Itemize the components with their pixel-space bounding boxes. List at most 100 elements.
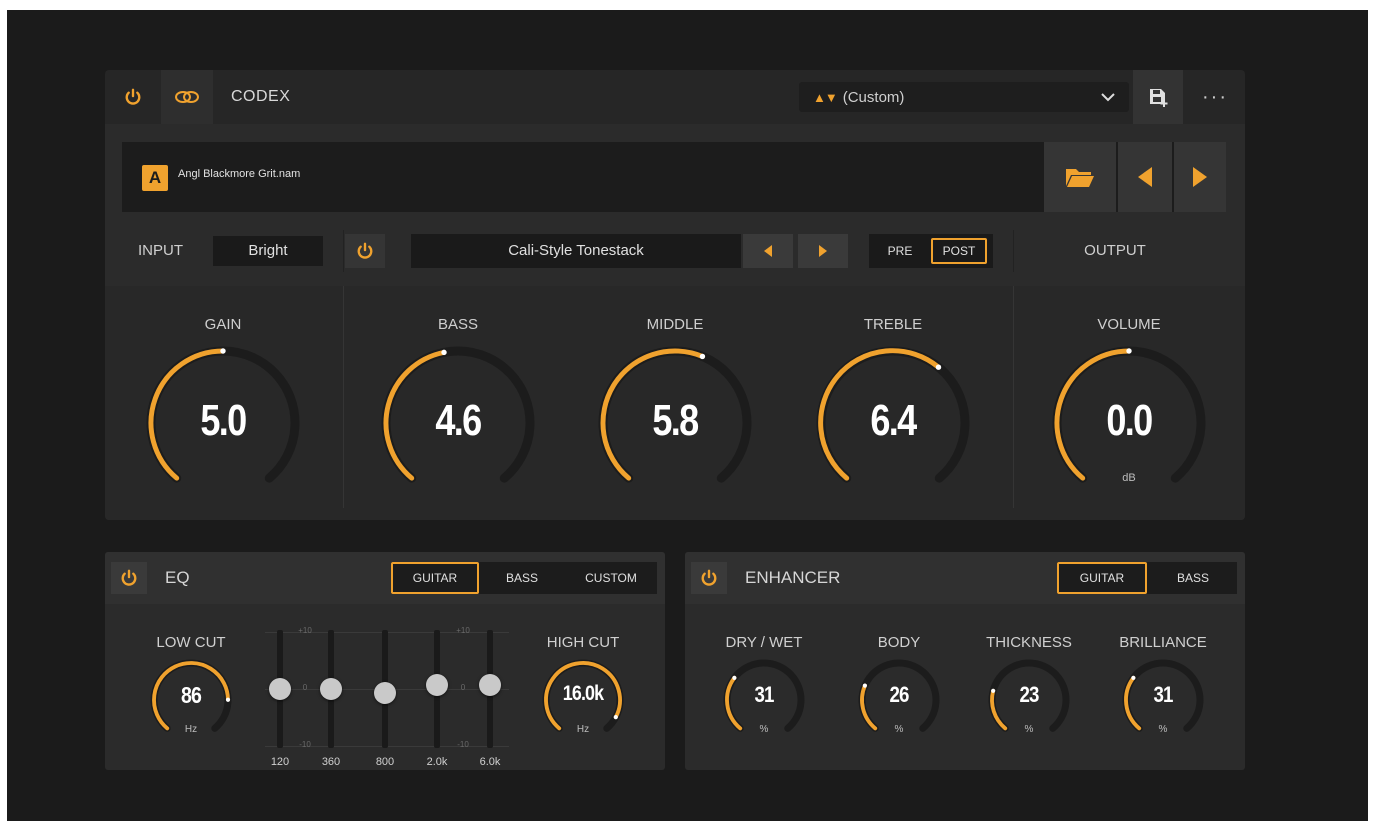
ab-arrows-icon: ▲▼: [813, 89, 838, 105]
eq-scale-label: -10: [457, 740, 469, 749]
slot-badge[interactable]: A: [142, 165, 168, 191]
enh-thickness-value: 23: [1019, 682, 1039, 707]
eq-band-label: 120: [270, 756, 290, 768]
eq-band-label: 2.0k: [426, 756, 448, 768]
folder-icon: [1066, 169, 1094, 187]
eq-scale-label: +10: [456, 626, 470, 635]
link-rings-icon: [175, 91, 199, 103]
knob-title-volume: VOLUME: [1097, 316, 1161, 333]
previous-model-button[interactable]: [1118, 142, 1172, 212]
model-file-name: Angl Blackmore Grit.nam: [178, 168, 301, 180]
enh-body-title: BODY: [877, 634, 921, 651]
knob-value-treble: 6.4: [870, 396, 917, 445]
enh-dry-wet-value: 31: [754, 682, 774, 707]
knob-value-bass: 4.6: [435, 396, 482, 445]
eq-fader-handle[interactable]: [426, 674, 448, 696]
plugin-title: CODEX: [231, 88, 291, 105]
low-cut-unit: Hz: [184, 724, 198, 735]
divider: [343, 286, 344, 508]
knob-indicator: [1126, 348, 1132, 354]
arrow-left-icon: [1138, 167, 1152, 187]
more-options-button[interactable]: ···: [1185, 70, 1245, 124]
eq-tab-guitar[interactable]: GUITAR: [391, 562, 479, 594]
amp-panel: A Angl Blackmore Grit.nam INPUT Bright C…: [105, 124, 1245, 520]
high-cut-unit: Hz: [576, 724, 590, 735]
divider: [343, 230, 344, 272]
output-label: OUTPUT: [1084, 242, 1146, 259]
eq-scale-label: 0: [302, 683, 308, 692]
low-cut-value: 86: [180, 682, 202, 708]
link-button[interactable]: [161, 70, 213, 124]
save-preset-button[interactable]: [1133, 70, 1183, 124]
eq-panel: EQ GUITAR BASS CUSTOM LOW CUT 86 Hz HIGH CU…: [105, 552, 665, 770]
open-folder-button[interactable]: [1044, 142, 1116, 212]
chevron-down-icon: [1101, 93, 1115, 102]
pre-button[interactable]: PRE: [873, 238, 927, 264]
plugin-power-button[interactable]: [105, 70, 161, 124]
eq-power-button[interactable]: [111, 562, 147, 594]
knob-indicator: [613, 715, 618, 720]
next-model-button[interactable]: [1174, 142, 1226, 212]
tonestack-power-button[interactable]: [345, 234, 385, 268]
eq-band-label: 360: [321, 756, 341, 768]
eq-fader-handle[interactable]: [374, 682, 396, 704]
knob-title-gain: GAIN: [204, 316, 242, 333]
enhancer-power-button[interactable]: [691, 562, 727, 594]
knob-value-volume: 0.0: [1106, 396, 1153, 445]
codex-plugin: CODEX ▲▼ (Custom) ··· A Angl Blackmore G…: [105, 70, 1245, 770]
enhancer-title: ENHANCER: [745, 568, 841, 587]
eq-band-label: 800: [375, 756, 395, 768]
model-bar[interactable]: A Angl Blackmore Grit.nam: [122, 142, 1226, 212]
knob-title-treble: TREBLE: [863, 316, 923, 333]
enh-body-unit: %: [894, 724, 904, 735]
eq-scale-label: -10: [299, 740, 311, 749]
eq-tab-bass[interactable]: BASS: [481, 562, 563, 594]
enh-brilliance-unit: %: [1158, 724, 1168, 735]
eq-fader-handle[interactable]: [269, 678, 291, 700]
eq-fader-handle[interactable]: [320, 678, 342, 700]
high-cut-title: HIGH CUT: [546, 634, 620, 651]
enh-brilliance-value: 31: [1153, 682, 1173, 707]
power-icon: [701, 569, 717, 586]
enh-body-value: 26: [889, 682, 909, 707]
plugin-stage: CODEX ▲▼ (Custom) ··· A Angl Blackmore G…: [7, 10, 1368, 821]
knob-unit-volume: dB: [1122, 472, 1136, 484]
eq-header: EQ GUITAR BASS CUSTOM: [105, 552, 665, 604]
knob-value-middle: 5.8: [652, 396, 699, 445]
arrow-left-icon: [764, 245, 772, 257]
arrow-right-icon: [1193, 167, 1207, 187]
enhancer-panel: ENHANCER GUITAR BASS DRY / WET 31% BODY 26%…: [685, 552, 1245, 770]
enh-thickness-unit: %: [1024, 724, 1034, 735]
preset-selector[interactable]: ▲▼ (Custom): [799, 82, 1129, 112]
enhancer-tab-guitar[interactable]: GUITAR: [1057, 562, 1147, 594]
tonestack-next-button[interactable]: [798, 234, 848, 268]
high-cut-value: 16.0k: [562, 682, 604, 705]
power-icon: [121, 569, 137, 586]
arrow-right-icon: [819, 245, 827, 257]
low-cut-title: LOW CUT: [156, 634, 226, 651]
enhancer-tab-bass[interactable]: BASS: [1149, 562, 1237, 594]
tonestack-prev-button[interactable]: [743, 234, 793, 268]
plugin-header: CODEX ▲▼ (Custom) ···: [105, 70, 1245, 124]
eq-scale-label: 0: [460, 683, 466, 692]
knob-indicator: [441, 349, 447, 356]
input-mode-select[interactable]: Bright: [213, 236, 323, 266]
enh-thickness-title: THICKNESS: [986, 634, 1072, 651]
knob-indicator: [1131, 675, 1136, 680]
eq-tab-custom[interactable]: CUSTOM: [565, 562, 657, 594]
input-label: INPUT: [138, 242, 183, 259]
enhancer-preset-tabs: GUITAR BASS: [1057, 562, 1237, 594]
preset-name: (Custom): [842, 88, 905, 106]
knob-indicator: [220, 348, 226, 354]
eq-band-label: 6.0k: [479, 756, 501, 768]
knob-indicator: [699, 353, 706, 360]
amp-knob-area: GAIN 5.0 BASS 4.6 MIDDLE 5.8 TREBLE 6.4 VOLUME 0.…: [105, 286, 1245, 520]
eq-fader-handle[interactable]: [479, 674, 501, 696]
eq-title: EQ: [165, 568, 190, 587]
pre-post-toggle: PRE POST: [869, 234, 993, 268]
tonestack-name[interactable]: Cali-Style Tonestack: [411, 234, 741, 268]
knob-value-gain: 5.0: [200, 396, 247, 445]
eq-preset-tabs: GUITAR BASS CUSTOM: [391, 562, 657, 594]
post-button[interactable]: POST: [931, 238, 987, 264]
enhancer-header: ENHANCER GUITAR BASS: [685, 552, 1245, 604]
